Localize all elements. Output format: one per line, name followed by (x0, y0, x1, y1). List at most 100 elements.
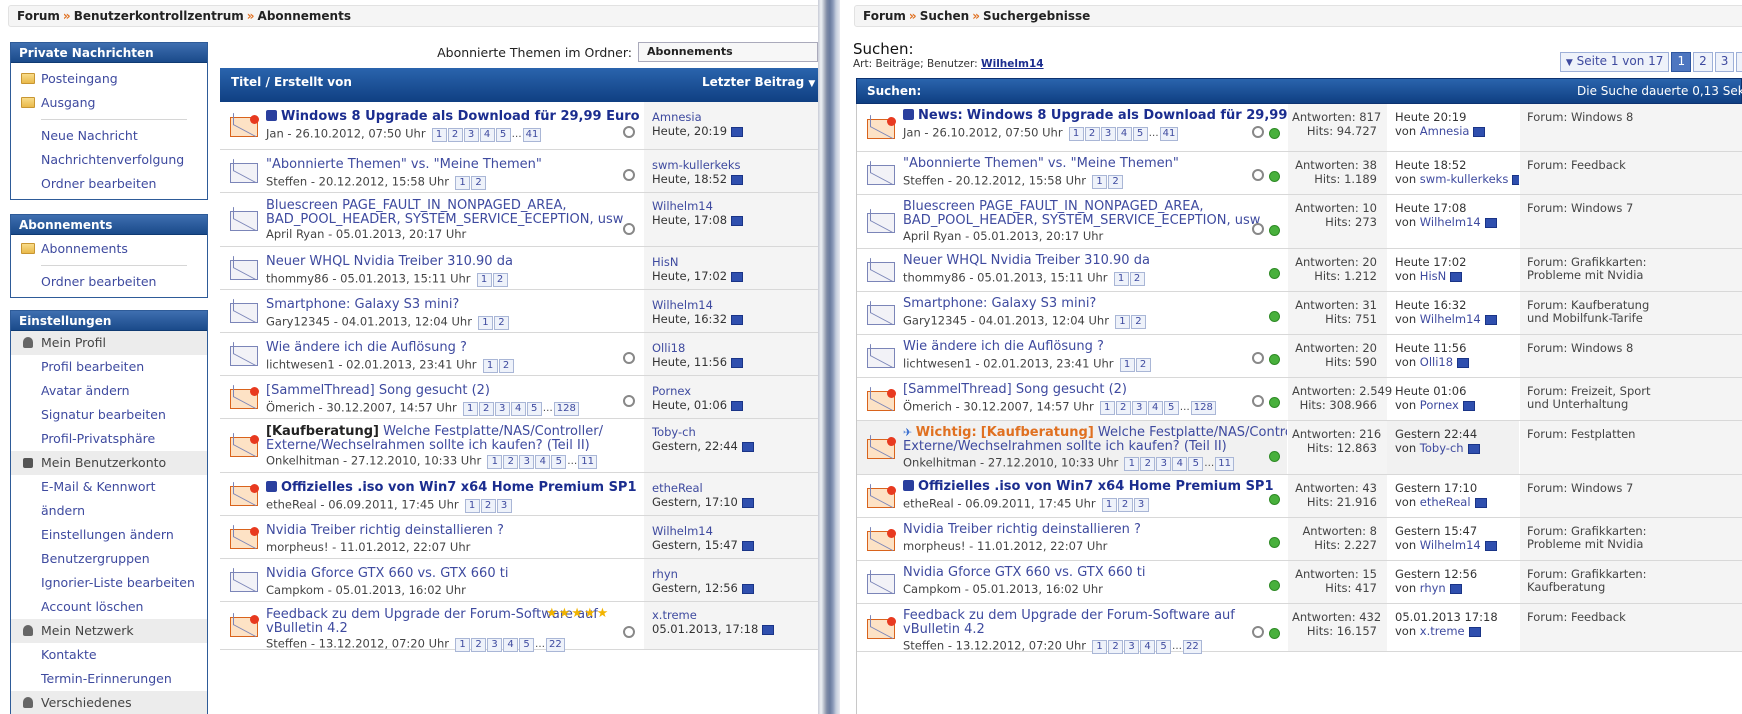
pager-page[interactable]: 2 (471, 638, 487, 652)
result-forum[interactable]: Forum: Windows 8 (1527, 111, 1633, 124)
last-post-user[interactable]: Wilhelm14 (652, 298, 713, 312)
goto-last-post-icon[interactable] (1450, 271, 1463, 282)
result-forum[interactable]: Forum: Festplatten (1527, 428, 1635, 441)
thread-title-link[interactable]: Wie ändere ich die Auflösung ? (266, 341, 467, 355)
result-title-link[interactable]: Nvidia Treiber richtig deinstallieren ? (903, 523, 1141, 537)
thread-row[interactable]: Feedback zu dem Upgrade der Forum-Softwa… (220, 602, 818, 652)
pager-page[interactable]: 3 (494, 402, 510, 416)
result-title-link[interactable]: Wie ändere ich die Auflösung ? (903, 340, 1104, 354)
pager-page[interactable]: 41 (1159, 127, 1179, 141)
result-forum[interactable]: Forum: Grafikkarten: Probleme mit Nvidia (1527, 256, 1647, 282)
breadcrumb-forum[interactable]: Forum (863, 9, 906, 23)
goto-last-post-icon[interactable] (731, 215, 744, 226)
result-row[interactable]: Wie ändere ich die Auflösung ? lichtwesen… (857, 335, 1742, 378)
pager-page[interactable]: 2 (1108, 640, 1124, 654)
result-forum[interactable]: Forum: Windows 7 (1527, 482, 1633, 495)
pager-page[interactable]: 5 (1132, 127, 1148, 141)
pager-page[interactable]: 4 (510, 402, 526, 416)
goto-last-post-icon[interactable] (731, 271, 744, 282)
goto-last-post-icon[interactable] (731, 126, 744, 137)
result-forum[interactable]: Forum: Windows 8 (1527, 342, 1633, 355)
pager-page[interactable]: 1 (1101, 498, 1117, 512)
pager-page[interactable]: 3 (463, 128, 479, 142)
sidebar-link-ignore-list[interactable]: Ignorier-Liste bearbeiten (11, 571, 207, 595)
result-row[interactable]: Feedback zu dem Upgrade der Forum-Softwa… (857, 604, 1742, 654)
result-forum[interactable]: Forum: Grafikkarten: Kaufberatung (1527, 568, 1647, 594)
pager-page[interactable]: 5 (526, 402, 542, 416)
sidebar-link-email-password[interactable]: E-Mail & Kennwort (11, 475, 207, 499)
pager-page[interactable]: 3 (1133, 498, 1149, 512)
sidebar-link-signature[interactable]: Signatur bearbeiten (11, 403, 207, 427)
pager-page[interactable]: 22 (546, 638, 565, 652)
goto-last-post-icon[interactable] (731, 357, 744, 368)
pager-page[interactable]: 2 (493, 316, 509, 330)
sidebar-link-usergroups[interactable]: Benutzergruppen (11, 547, 207, 571)
pager-page[interactable]: 2 (1108, 175, 1124, 189)
result-forum[interactable]: Forum: Windows 7 (1527, 202, 1633, 215)
pager-page[interactable]: 5 (1156, 640, 1172, 654)
last-post-user[interactable]: swm-kullerkeks (652, 158, 741, 172)
pager-page[interactable]: 3 (1124, 640, 1140, 654)
result-forum[interactable]: Forum: Feedback (1527, 159, 1626, 172)
page-3[interactable]: 3 (1714, 52, 1735, 72)
page-jump[interactable]: ▼ Seite 1 von 17 (1559, 52, 1670, 72)
col-last-header[interactable]: Letzter Beitrag ▼ (702, 75, 815, 89)
result-row[interactable]: Nvidia Treiber richtig deinstallieren ? m… (857, 518, 1742, 561)
thread-title-link[interactable]: [Kaufberatung] Welche Festplatte/NAS/Con… (266, 425, 603, 453)
pager-page[interactable]: 4 (1147, 401, 1163, 415)
goto-last-post-icon[interactable] (731, 314, 744, 325)
thread-title-link[interactable]: Nvidia Gforce GTX 660 vs. GTX 660 ti (266, 567, 508, 581)
last-post-user[interactable]: x.treme (652, 608, 697, 622)
sidebar-link-new-message[interactable]: Neue Nachricht (11, 124, 207, 148)
goto-last-post-icon[interactable] (731, 174, 744, 185)
pager-page[interactable]: 5 (1188, 457, 1204, 471)
pager-page[interactable]: 4 (479, 128, 495, 142)
pager-page[interactable]: 1 (1119, 358, 1135, 372)
result-row[interactable]: Bluescreen PAGE_FAULT_IN_NONPAGED_AREA, B… (857, 195, 1742, 249)
pager-page[interactable]: 4 (1172, 457, 1188, 471)
pager-page[interactable]: 4 (503, 638, 519, 652)
col-title-header[interactable]: Titel / Erstellt von (231, 75, 352, 89)
pager-page[interactable]: 4 (1140, 640, 1156, 654)
result-forum[interactable]: Forum: Freizeit, Sport und Unterhaltung (1527, 385, 1651, 411)
window-divider[interactable] (818, 0, 840, 714)
pager-page[interactable]: 11 (1215, 457, 1234, 471)
pager-page[interactable]: 1 (476, 273, 492, 287)
page-1[interactable]: 1 (1671, 52, 1692, 72)
thread-row[interactable]: Nvidia Gforce GTX 660 vs. GTX 660 ti Camp… (220, 559, 818, 602)
pager-page[interactable]: 3 (496, 499, 512, 513)
pager-page[interactable]: 4 (1116, 127, 1132, 141)
page-4[interactable]: 4 (1736, 52, 1742, 72)
sidebar-link-settings[interactable]: Einstellungen ändern (11, 523, 207, 547)
search-user-link[interactable]: Wilhelm14 (981, 58, 1044, 70)
last-post-user[interactable]: Pornex (652, 384, 691, 398)
last-post-user[interactable]: Amnesia (1420, 124, 1470, 138)
pager-page[interactable]: 11 (578, 455, 597, 469)
pager-page[interactable]: 1 (1113, 272, 1129, 286)
result-row[interactable]: [SammelThread] Song gesucht (2) Ömerich -… (857, 378, 1742, 421)
goto-last-post-icon[interactable] (1462, 400, 1475, 411)
last-post-user[interactable]: Wilhelm14 (652, 199, 713, 213)
result-title-link[interactable]: Bluescreen PAGE_FAULT_IN_NONPAGED_AREA, B… (903, 200, 1260, 228)
goto-last-post-icon[interactable] (1457, 357, 1470, 368)
sidebar-link-reminders[interactable]: Termin-Erinnerungen (11, 667, 207, 691)
last-post-user[interactable]: Wilhelm14 (1420, 538, 1481, 552)
result-row[interactable]: "Abonnierte Themen" vs. "Meine Themen" St… (857, 152, 1742, 195)
result-forum[interactable]: Forum: Feedback (1527, 611, 1626, 624)
goto-last-post-icon[interactable] (1484, 217, 1497, 228)
last-post-user[interactable]: rhyn (1420, 581, 1446, 595)
result-forum[interactable]: Forum: Grafikkarten: Probleme mit Nvidia (1527, 525, 1647, 551)
thread-row[interactable]: "Abonnierte Themen" vs. "Meine Themen" St… (220, 150, 818, 193)
pager-page[interactable]: 1 (1114, 315, 1130, 329)
goto-last-post-icon[interactable] (1467, 443, 1480, 454)
thread-row[interactable]: [SammelThread] Song gesucht (2) Ömerich -… (220, 376, 818, 419)
pager-page[interactable]: 2 (503, 455, 519, 469)
goto-last-post-icon[interactable] (741, 583, 754, 594)
thread-title-link[interactable]: Neuer WHQL Nvidia Treiber 310.90 da (266, 255, 513, 269)
pager-page[interactable]: 1 (431, 128, 447, 142)
thread-row[interactable]: Neuer WHQL Nvidia Treiber 310.90 da thomm… (220, 247, 818, 290)
last-post-user[interactable]: Wilhelm14 (1420, 215, 1481, 229)
pager-page[interactable]: 41 (522, 128, 542, 142)
pager-page[interactable]: 1 (455, 176, 471, 190)
goto-last-post-icon[interactable] (1449, 583, 1462, 594)
